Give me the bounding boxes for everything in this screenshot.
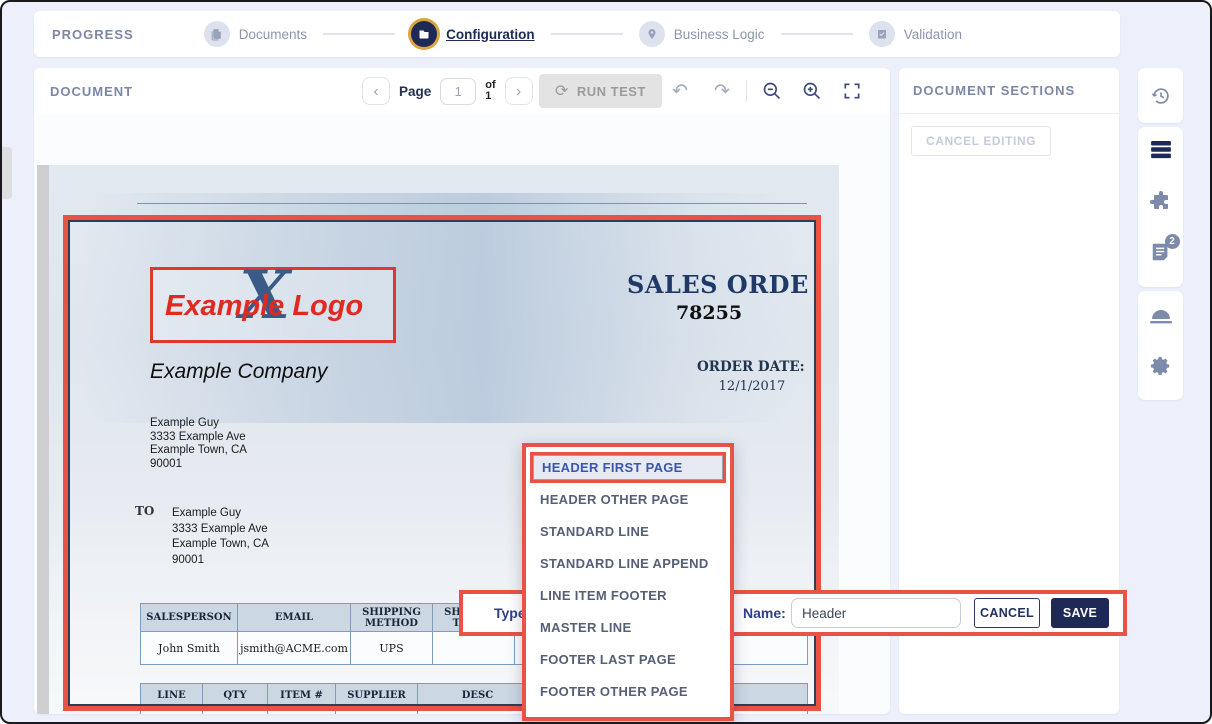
- step-configuration-label: Configuration: [446, 27, 534, 42]
- page-total: of1: [485, 80, 495, 102]
- logo-text: Example Logo: [165, 290, 363, 323]
- cancel-editing-button[interactable]: CANCEL EDITING: [911, 126, 1051, 156]
- step-business-logic-label: Business Logic: [674, 27, 765, 42]
- undo-icon[interactable]: ↶: [672, 80, 688, 103]
- dropdown-item-footer-other-page[interactable]: FOOTER OTHER PAGE: [526, 675, 730, 707]
- fullscreen-icon[interactable]: [842, 81, 862, 101]
- dropdown-item-footer-last-page[interactable]: FOOTER LAST PAGE: [526, 643, 730, 675]
- page-margin: [37, 165, 49, 714]
- notes-icon[interactable]: 2: [1138, 232, 1183, 272]
- name-label: Name:: [743, 605, 786, 621]
- zoom-out-icon[interactable]: [762, 81, 782, 101]
- logo-highlight-box: X Example Logo: [150, 267, 396, 343]
- to-label: TO: [135, 504, 154, 518]
- run-test-button[interactable]: ⟳ RUN TEST: [539, 74, 662, 108]
- step-documents-label: Documents: [239, 27, 307, 42]
- step-configuration[interactable]: Configuration: [411, 21, 534, 47]
- configuration-icon: [411, 21, 437, 47]
- dropdown-item-header-other-page[interactable]: HEADER OTHER PAGE: [526, 483, 730, 515]
- company-name: Example Company: [150, 360, 327, 384]
- step-connector: [551, 33, 623, 35]
- page-number-input[interactable]: [440, 78, 476, 105]
- step-documents[interactable]: Documents: [204, 21, 307, 47]
- refresh-icon: ⟳: [555, 81, 569, 101]
- page-label: Page: [399, 84, 431, 99]
- validation-icon: [869, 21, 895, 47]
- section-name-input[interactable]: [791, 598, 961, 628]
- dome-icon[interactable]: [1138, 298, 1183, 338]
- zoom-in-icon[interactable]: [802, 81, 822, 101]
- collapsed-panel-handle[interactable]: [2, 147, 12, 199]
- settings-icon[interactable]: [1138, 346, 1183, 386]
- document-panel-title: DOCUMENT: [50, 84, 133, 99]
- step-validation[interactable]: Validation: [869, 21, 962, 47]
- document-toolbar: DOCUMENT ‹ Page of1 › ⟳ RUN TEST ↶ ↷: [34, 68, 890, 114]
- document-sections-title: DOCUMENT SECTIONS: [899, 68, 1119, 114]
- step-business-logic[interactable]: Business Logic: [639, 21, 765, 47]
- save-button[interactable]: SAVE: [1051, 598, 1109, 628]
- step-validation-label: Validation: [904, 27, 962, 42]
- progress-bar: PROGRESS Documents Configuration Busines…: [34, 11, 1120, 57]
- next-page-button[interactable]: ›: [505, 77, 533, 105]
- history-icon[interactable]: [1138, 76, 1183, 116]
- documents-icon: [204, 21, 230, 47]
- progress-label: PROGRESS: [52, 27, 134, 42]
- dropdown-item-header-first-page[interactable]: HEADER FIRST PAGE: [530, 452, 726, 483]
- notes-badge: 2: [1165, 234, 1180, 249]
- step-connector: [323, 33, 395, 35]
- dropdown-item-master-line[interactable]: MASTER LINE: [526, 611, 730, 643]
- order-date-value: 12/1/2017: [697, 379, 807, 394]
- address-to: Example Guy 3333 Example Ave Example Tow…: [172, 506, 269, 568]
- sales-order-title: SALES ORDER: [627, 270, 809, 299]
- order-number: 78255: [609, 302, 809, 324]
- step-connector: [781, 33, 853, 35]
- cancel-button[interactable]: CANCEL: [974, 598, 1040, 628]
- page-navigation: ‹ Page of1 ›: [362, 77, 533, 105]
- address-top: Example Guy 3333 Example Ave Example Tow…: [150, 417, 247, 471]
- toolbar-divider: [746, 80, 747, 102]
- section-type-dropdown: HEADER FIRST PAGE HEADER OTHER PAGE STAN…: [522, 443, 734, 721]
- document-rule: [137, 203, 807, 204]
- previous-page-button[interactable]: ‹: [362, 77, 390, 105]
- app-window: PROGRESS Documents Configuration Busines…: [0, 0, 1212, 724]
- plugin-icon[interactable]: [1138, 182, 1183, 222]
- order-date-label: ORDER DATE:: [697, 359, 805, 375]
- document-sections-icon[interactable]: [1138, 130, 1183, 170]
- dropdown-item-line-item-footer[interactable]: LINE ITEM FOOTER: [526, 579, 730, 611]
- dropdown-item-standard-line[interactable]: STANDARD LINE: [526, 515, 730, 547]
- redo-icon[interactable]: ↷: [714, 80, 730, 103]
- dropdown-item-standard-line-append[interactable]: STANDARD LINE APPEND: [526, 547, 730, 579]
- business-logic-icon: [639, 21, 665, 47]
